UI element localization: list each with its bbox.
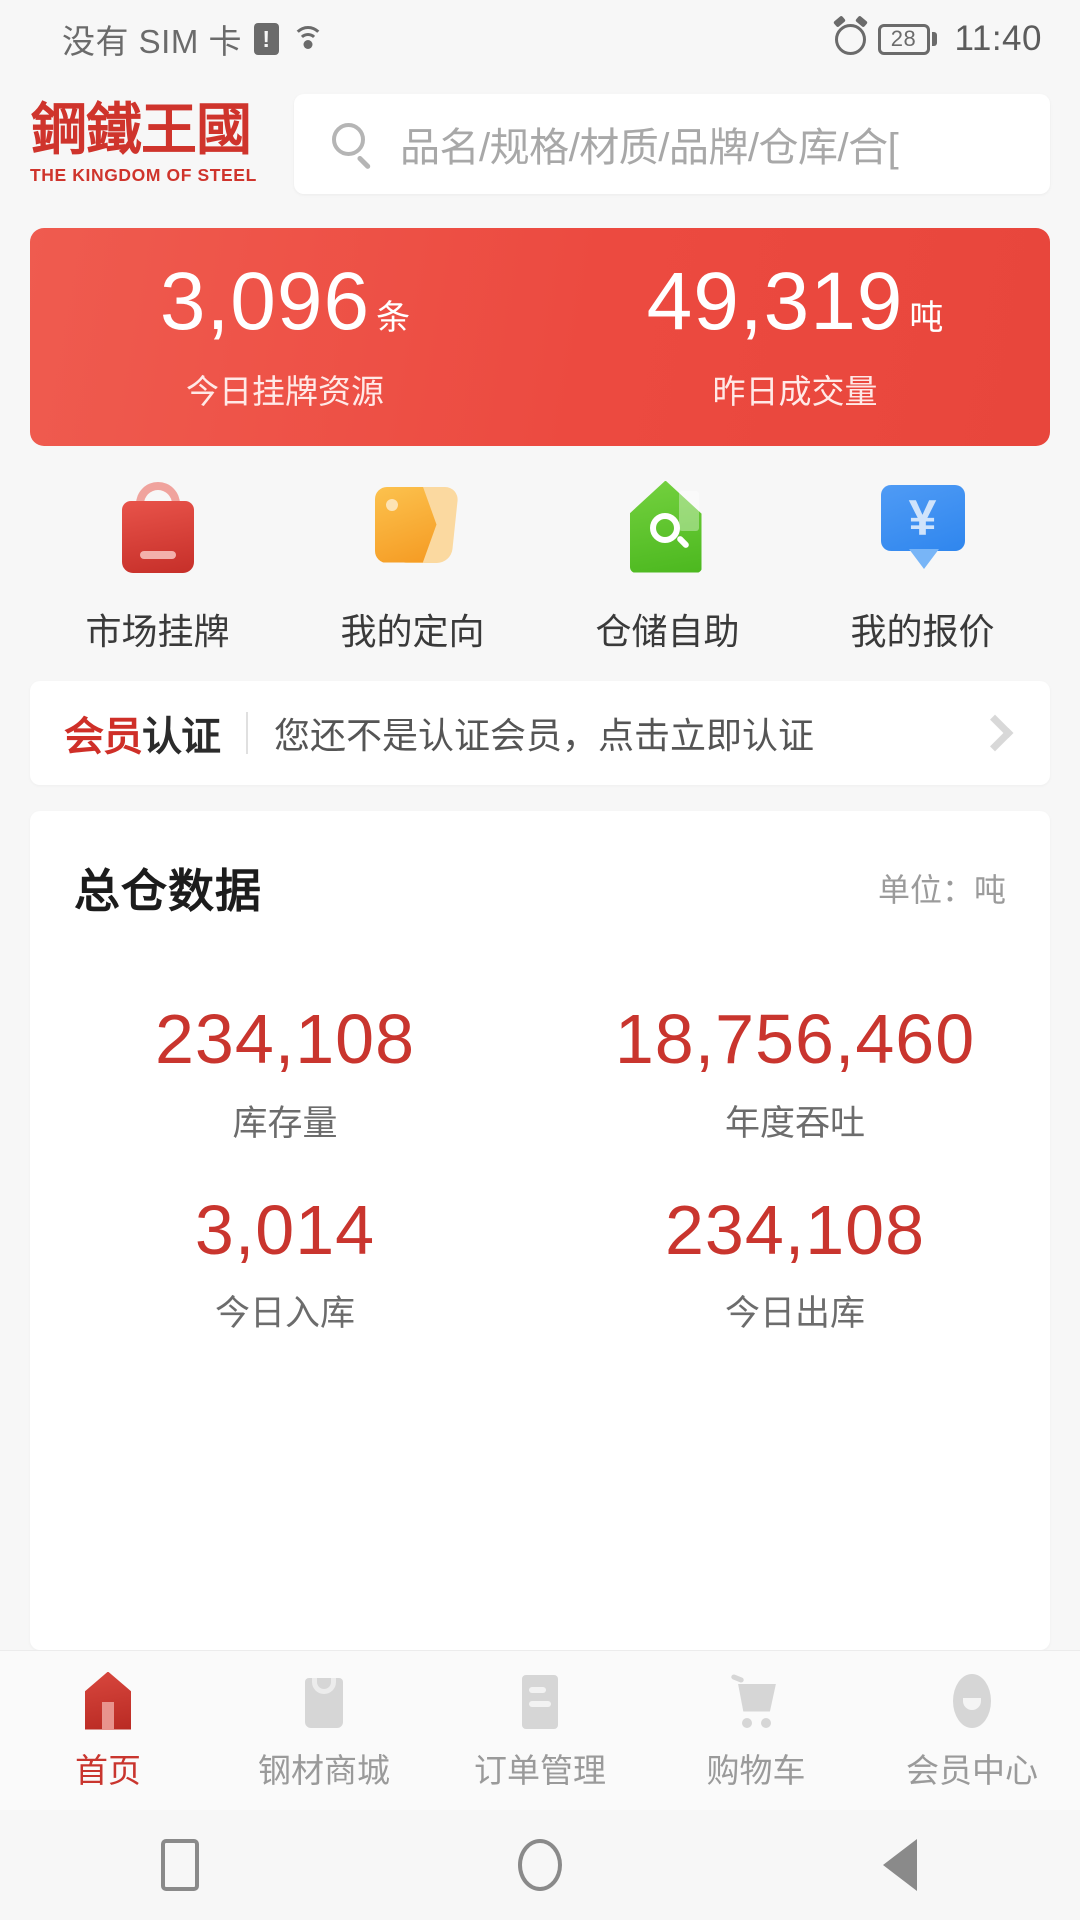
warehouse-search-icon: [616, 473, 720, 577]
banner-stat-value: 3,096: [159, 256, 371, 347]
tab-home[interactable]: 首页: [0, 1670, 216, 1792]
warehouse-stat-annual-throughput: 18,756,460 年度吞吐: [540, 965, 1050, 1156]
recents-button[interactable]: [125, 1810, 235, 1920]
member-badge-suffix: 认证: [142, 715, 221, 759]
stat-label: 年度吞吐: [724, 1103, 865, 1143]
price-tag-icon: [361, 473, 465, 577]
tab-label: 会员中心: [906, 1751, 1038, 1789]
quick-action-market-listing[interactable]: 市场挂牌: [30, 473, 285, 655]
home-button[interactable]: [485, 1810, 595, 1920]
tab-label: 首页: [75, 1751, 141, 1789]
status-bar-left: 没有 SIM 卡 !: [62, 15, 325, 63]
tab-label: 钢材商城: [258, 1751, 390, 1789]
stat-value: 18,756,460: [614, 1000, 976, 1078]
app-screen: 没有 SIM 卡 ! 28 11:40 鋼鐵王國 THE KINGDOM OF …: [0, 0, 1080, 1920]
status-bar: 没有 SIM 卡 ! 28 11:40: [0, 0, 1080, 78]
alarm-icon: [834, 23, 866, 55]
member-badge: 会员 认证: [64, 704, 221, 762]
quick-action-label: 仓储自助: [595, 610, 740, 652]
search-bar[interactable]: 品名/规格/材质/品牌/仓库/合[: [294, 94, 1050, 194]
back-button[interactable]: [845, 1810, 955, 1920]
tab-label: 订单管理: [474, 1751, 606, 1789]
battery-tip: [931, 32, 937, 46]
quick-action-label: 我的报价: [850, 610, 995, 652]
quick-action-label: 我的定向: [340, 610, 485, 652]
banner-stat-value: 49,319: [646, 256, 904, 347]
android-nav-bar: [0, 1810, 1080, 1920]
chevron-right-icon[interactable]: [976, 714, 1014, 752]
tab-steel-mall[interactable]: 钢材商城: [216, 1670, 432, 1792]
today-stats-banner: 3,096 条 今日挂牌资源 49,319 吨 昨日成交量: [30, 228, 1050, 446]
banner-stat-label: 今日挂牌资源: [186, 373, 384, 410]
logo-text-en: THE KINGDOM OF STEEL: [30, 165, 257, 186]
shopping-cart-icon: [725, 1670, 787, 1732]
divider: [246, 712, 248, 754]
quick-action-label: 市场挂牌: [85, 610, 230, 652]
quick-actions: 市场挂牌 我的定向 仓储自助 ¥ 我的报价: [0, 446, 1080, 681]
member-certification-banner[interactable]: 会员 认证 您还不是认证会员，点击立即认证: [30, 681, 1050, 785]
shop-bag-icon: [293, 1670, 355, 1732]
warehouse-stat-today-inbound: 3,014 今日入库: [30, 1156, 540, 1347]
status-bar-right: 28 11:40: [834, 19, 1043, 59]
banner-stat-unit: 吨: [909, 299, 944, 337]
search-icon: [330, 121, 376, 169]
tab-shopping-cart[interactable]: 购物车: [648, 1670, 864, 1792]
warehouse-stats-grid: 234,108 库存量 18,756,460 年度吞吐 3,014 今日入库 2…: [30, 965, 1050, 1346]
clock-label: 11:40: [954, 19, 1042, 58]
tab-order-management[interactable]: 订单管理: [432, 1670, 648, 1792]
banner-stat-label: 昨日成交量: [712, 373, 878, 410]
user-circle-icon: [941, 1670, 1003, 1732]
page-title: 总仓数据: [74, 865, 262, 917]
wifi-icon: [291, 24, 325, 54]
shopping-bag-icon: [106, 473, 210, 577]
warning-icon: !: [254, 23, 280, 55]
warehouse-card-header: 总仓数据 单位：吨: [30, 855, 1050, 921]
bottom-tab-bar: 首页 钢材商城 订单管理 购物车 会员中心: [0, 1650, 1080, 1810]
stat-label: 今日入库: [214, 1294, 355, 1333]
logo-text-cn: 鋼鐵王國: [31, 97, 252, 163]
home-icon: [77, 1670, 139, 1732]
stat-value: 3,014: [194, 1190, 376, 1269]
tab-member-center[interactable]: 会员中心: [864, 1670, 1080, 1792]
tab-label: 购物车: [706, 1751, 806, 1789]
order-doc-icon: [509, 1670, 571, 1732]
member-message: 您还不是认证会员，点击立即认证: [274, 715, 815, 756]
square-icon: [161, 1839, 199, 1891]
search-input[interactable]: 品名/规格/材质/品牌/仓库/合[: [400, 115, 899, 173]
app-header: 鋼鐵王國 THE KINGDOM OF STEEL 品名/规格/材质/品牌/仓库…: [0, 78, 1080, 210]
battery-icon: 28: [877, 23, 937, 55]
warehouse-data-card: 总仓数据 单位：吨 234,108 库存量 18,756,460 年度吞吐 3,…: [30, 811, 1050, 1650]
unit-note: 单位：吨: [877, 872, 1006, 908]
stat-label: 库存量: [232, 1103, 338, 1143]
circle-icon: [518, 1839, 562, 1891]
quick-action-warehouse-self[interactable]: 仓储自助: [540, 473, 795, 655]
warehouse-stat-inventory: 234,108 库存量: [30, 965, 540, 1156]
banner-stat-listings: 3,096 条 今日挂牌资源: [30, 261, 540, 413]
stat-value: 234,108: [664, 1190, 926, 1269]
triangle-back-icon: [883, 1839, 917, 1891]
battery-level: 28: [877, 23, 930, 55]
member-badge-prefix: 会员: [64, 715, 143, 759]
banner-stat-volume: 49,319 吨 昨日成交量: [540, 261, 1050, 413]
warehouse-stat-today-outbound: 234,108 今日出库: [540, 1156, 1050, 1347]
yen-bubble-icon: ¥: [871, 473, 975, 577]
app-logo: 鋼鐵王國 THE KINGDOM OF STEEL: [30, 97, 257, 187]
banner-stat-unit: 条: [376, 299, 411, 337]
quick-action-my-direct[interactable]: 我的定向: [285, 473, 540, 655]
stat-value: 234,108: [154, 1000, 416, 1078]
carrier-label: 没有 SIM 卡: [62, 23, 243, 60]
stat-label: 今日出库: [724, 1294, 865, 1333]
quick-action-my-quote[interactable]: ¥ 我的报价: [795, 473, 1050, 655]
